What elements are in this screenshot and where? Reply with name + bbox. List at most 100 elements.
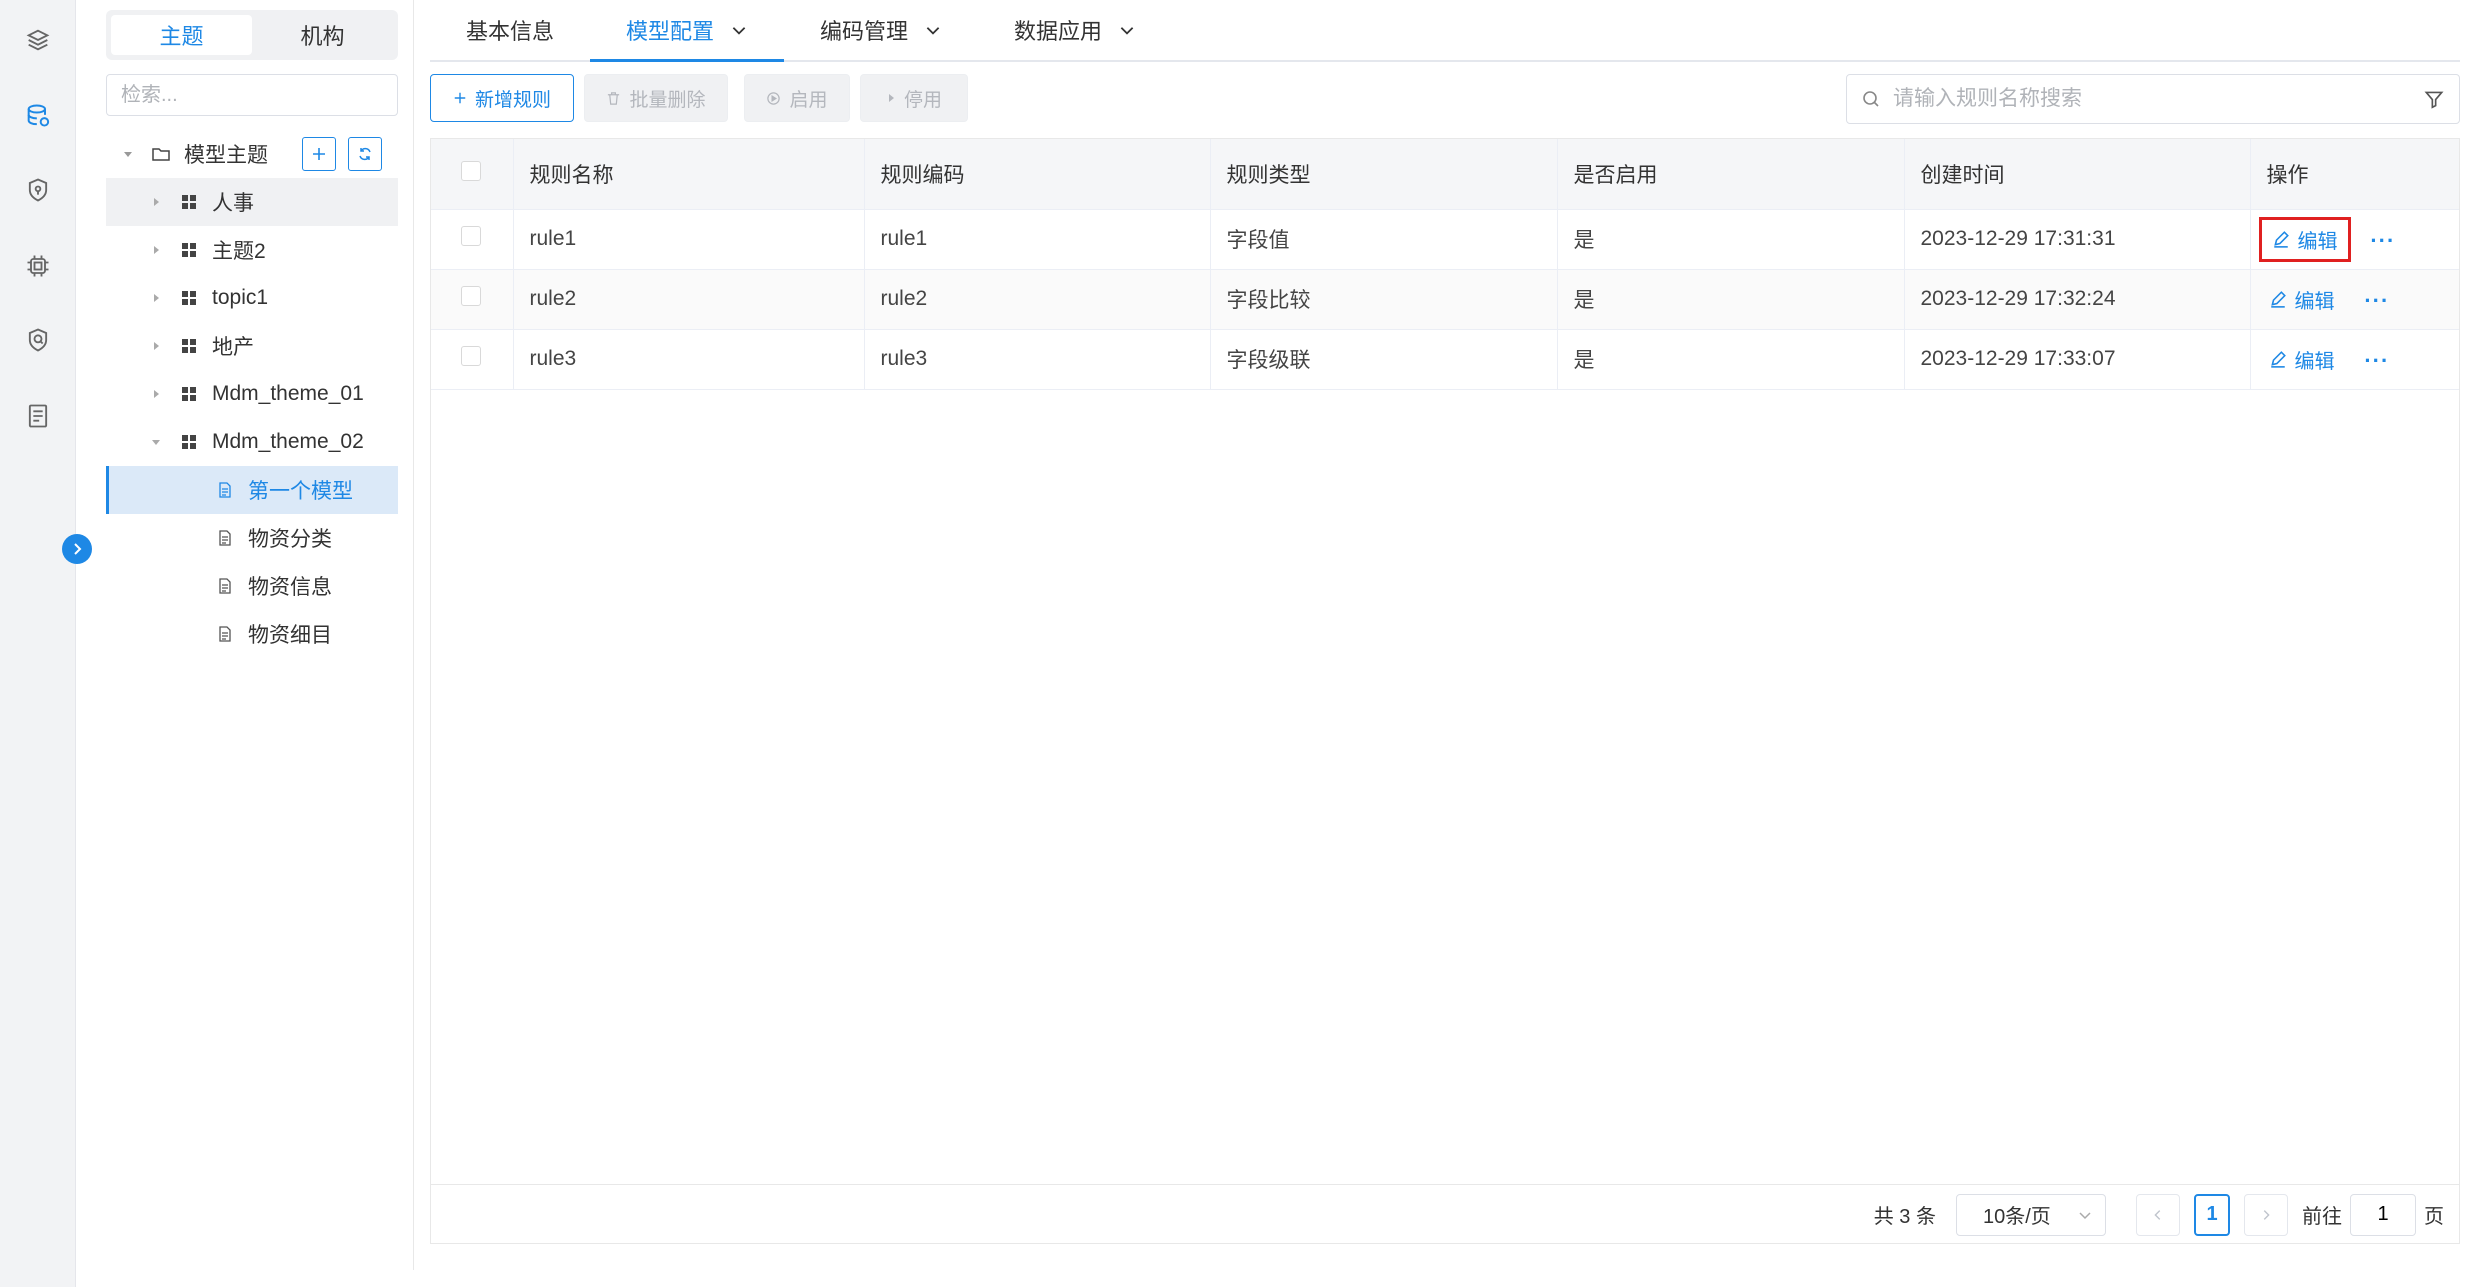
edit-rule-button[interactable]: 编辑 [2259,281,2345,318]
page-size-value: 10条/页 [1983,1206,2051,1228]
row-checkbox[interactable] [461,226,481,246]
document-icon [214,479,236,501]
column-header: 操作 [2250,139,2459,210]
rule-search-input[interactable] [1893,87,2423,111]
table-row: rule3 rule3 字段级联 是 2023-12-29 17:33:07 编… [431,329,2459,390]
tab-label: 模型配置 [626,19,715,44]
grid-icon [178,239,200,261]
tree-child-label: 物资细目 [248,624,332,647]
chevron-left-icon [2154,1209,2161,1220]
page-size-select[interactable]: 10条/页 [1956,1193,2106,1236]
disable-button[interactable]: 停用 [860,74,968,122]
tab-code-management[interactable]: 编码管理 [784,0,978,60]
column-header: 创建时间 [1904,139,2251,210]
add-rule-button[interactable]: 新增规则 [430,74,574,122]
rule-name-cell: rule2 [513,269,865,330]
tab-label: 编码管理 [820,19,909,44]
table-header-row: 规则名称 规则编码 规则类型 是否启用 创建时间 操作 [431,139,2459,210]
select-all-checkbox[interactable] [461,160,481,181]
edit-rule-button[interactable]: 编辑 [2259,341,2345,378]
document-list-icon[interactable] [22,400,54,432]
prev-page-button[interactable] [2136,1193,2180,1236]
caret-down-icon[interactable] [148,434,164,450]
chevron-down-icon [730,21,748,39]
security-icon[interactable] [22,324,54,356]
rule-search-box [1846,74,2460,124]
grid-icon [178,191,200,213]
tab-model-config[interactable]: 模型配置 [590,0,785,62]
tree-root-node[interactable]: 模型主题 [120,130,268,178]
tab-basic-info[interactable]: 基本信息 [430,0,590,60]
caret-right-icon[interactable] [148,194,164,210]
rule-code-cell: rule3 [864,329,1211,390]
add-topic-button[interactable] [302,137,336,171]
more-actions-icon[interactable]: ··· [2364,288,2389,313]
tree-node-label: Mdm_theme_02 [212,430,364,453]
plus-icon [313,148,325,160]
refresh-tree-button[interactable] [348,137,382,171]
main-content: 基本信息 模型配置 编码管理 数据应用 新增规则 批量删除 启用 停用 请输入规… [414,0,2490,1287]
tree-node-realestate[interactable]: 地产 [148,322,254,370]
tree-child-material-info[interactable]: 物资信息 [214,562,332,610]
segment-org[interactable]: 机构 [252,15,393,55]
tree-node-mdm-theme-02[interactable]: Mdm_theme_02 [148,418,364,466]
edit-rule-button[interactable]: 编辑 [2258,216,2351,262]
tab-label: 基本信息 [466,19,555,44]
tree-node-mdm-theme-01[interactable]: Mdm_theme_01 [148,370,364,418]
tree-node-hr[interactable]: 人事 [148,178,254,226]
next-page-button[interactable] [2244,1193,2288,1236]
edit-icon [2270,291,2286,308]
tab-data-application[interactable]: 数据应用 [978,0,1172,60]
segment-topic[interactable]: 主题 [111,15,252,55]
batch-delete-button[interactable]: 批量删除 [584,74,728,122]
caret-right-icon[interactable] [148,386,164,402]
more-actions-icon[interactable]: ··· [2364,348,2389,373]
caret-down-icon[interactable] [120,146,136,162]
tree-search-input[interactable] [121,83,386,107]
grid-icon [178,383,200,405]
caret-right-icon[interactable] [148,242,164,258]
caret-right-icon[interactable] [148,338,164,354]
database-icon[interactable] [22,100,54,132]
tree-child-material-category[interactable]: 物资分类 [214,514,332,562]
enable-button[interactable]: 启用 [744,74,850,122]
table-row: rule1 rule1 字段值 是 2023-12-29 17:31:31 编辑… [431,209,2459,270]
page-number-button[interactable]: 1 [2194,1193,2230,1236]
rules-table: 规则名称 规则编码 规则类型 是否启用 创建时间 操作 rule1 rule1 … [430,138,2460,1244]
table-row: rule2 rule2 字段比较 是 2023-12-29 17:32:24 编… [431,269,2459,330]
button-label: 批量删除 [629,89,706,111]
column-header: 规则名称 [513,139,865,210]
chevron-right-icon [2263,1209,2270,1220]
tree-node-label: 主题2 [212,240,266,263]
goto-page-input[interactable] [2350,1193,2416,1236]
row-checkbox[interactable] [461,286,481,306]
filter-icon[interactable] [2423,88,2445,110]
shield-icon[interactable] [22,174,54,206]
layers-icon[interactable] [22,24,54,56]
more-actions-icon[interactable]: ··· [2370,228,2395,253]
tree-search-box [106,74,398,116]
folder-icon [150,143,172,165]
tree-node-topic2[interactable]: 主题2 [148,226,266,274]
column-header: 规则编码 [864,139,1211,210]
rule-type-cell: 字段比较 [1210,269,1558,330]
caret-right-icon[interactable] [148,290,164,306]
edit-label: 编辑 [2294,350,2335,373]
button-label: 启用 [789,89,828,111]
tree-node-topic1[interactable]: topic1 [148,274,268,322]
tree-child-material-detail[interactable]: 物资细目 [214,610,332,658]
tab-label: 数据应用 [1014,19,1103,44]
chip-icon[interactable] [22,250,54,282]
tree-node-label: topic1 [212,286,269,309]
grid-icon [178,287,200,309]
edit-icon [2270,351,2286,368]
rule-name-cell: rule1 [513,209,865,270]
row-checkbox[interactable] [461,346,481,366]
caret-right-icon [888,94,894,102]
edit-label: 编辑 [2297,230,2338,253]
tree-child-first-model[interactable]: 第一个模型 [214,466,353,514]
expand-sidebar-button[interactable] [62,534,92,564]
tree-node-label: Mdm_theme_01 [212,382,364,405]
rule-enabled-cell: 是 [1557,209,1905,270]
rule-created-cell: 2023-12-29 17:32:24 [1904,269,2251,330]
